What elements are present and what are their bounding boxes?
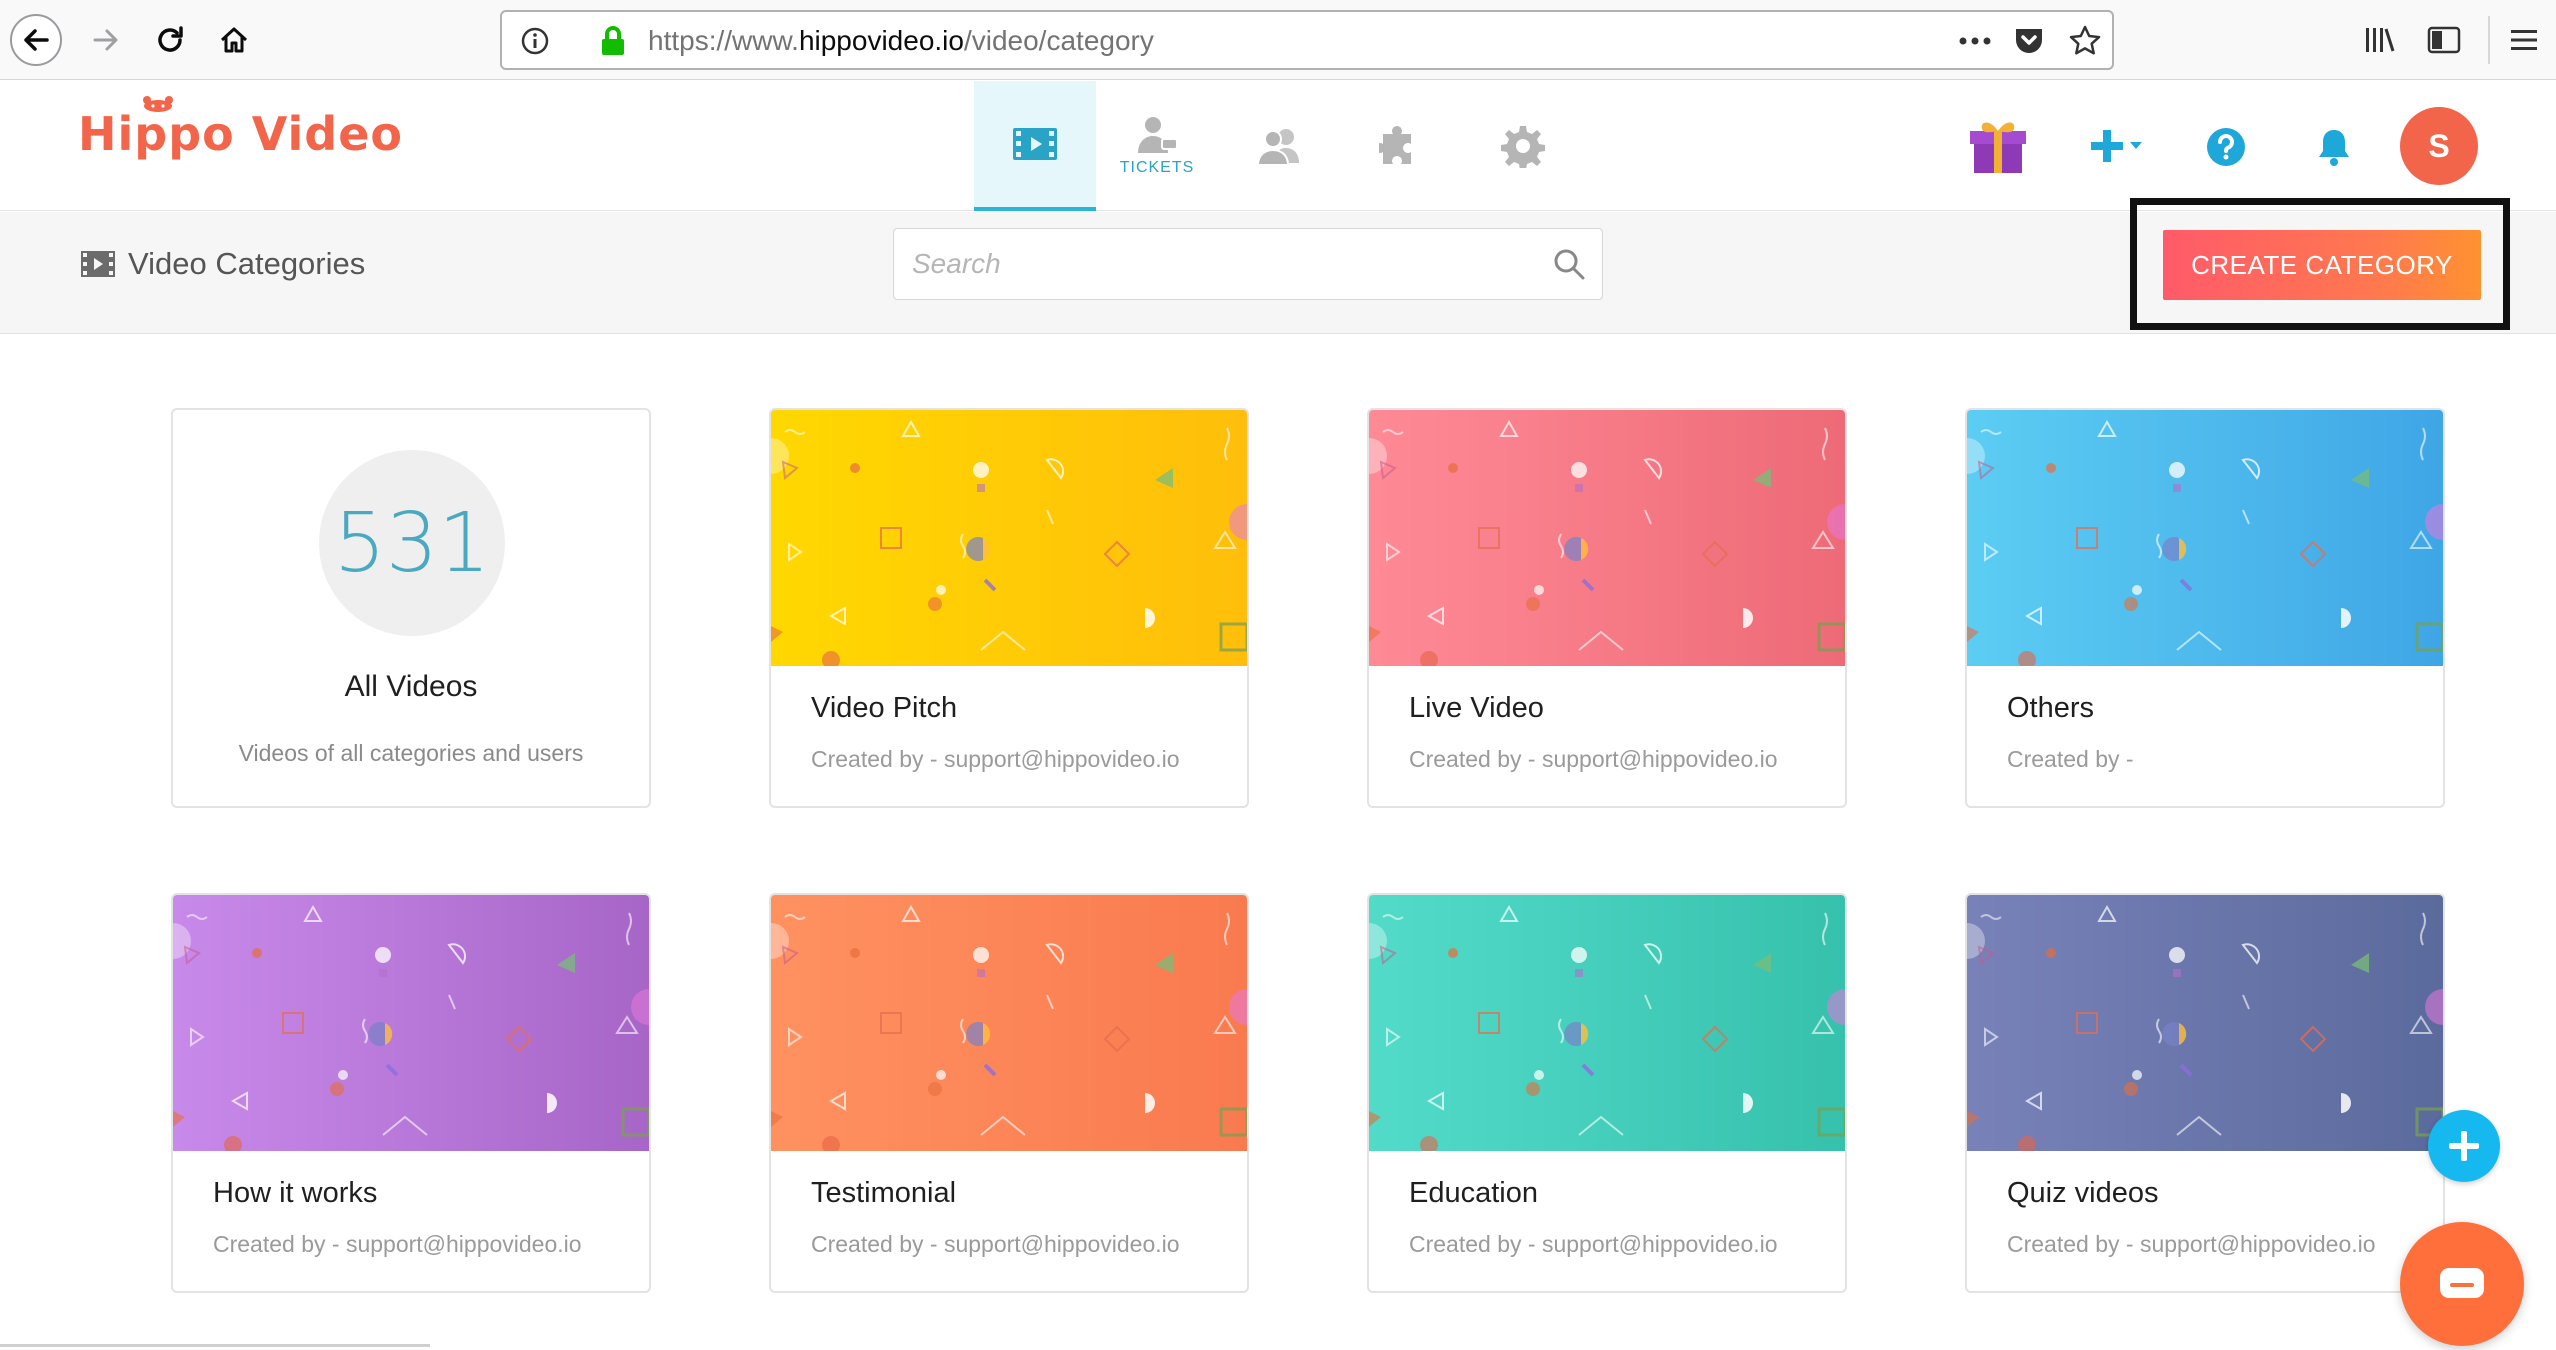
category-card-how-it-works[interactable]: How it works Created by - support@hippov… [171, 893, 651, 1293]
category-title: Quiz videos [2007, 1177, 2159, 1209]
category-creator: Created by - support@hippovideo.io [1409, 1231, 1778, 1257]
search-input[interactable] [894, 229, 1534, 299]
chat-icon [2440, 1268, 2484, 1298]
app-header: Hippo Video TICKETS S [0, 81, 2556, 211]
category-banner [1967, 895, 2443, 1151]
video-count: 531 [319, 450, 505, 636]
create-category-button[interactable]: CREATE CATEGORY [2163, 230, 2481, 300]
banner-pattern [1369, 410, 1845, 666]
plus-dropdown-icon [2091, 130, 2142, 162]
category-creator: Created by - support@hippovideo.io [213, 1231, 582, 1257]
all-videos-card[interactable]: 531 All Videos Videos of all categories … [171, 408, 651, 808]
menu-icon[interactable] [2502, 18, 2546, 62]
tab-integrations[interactable] [1340, 81, 1462, 211]
search-box[interactable] [893, 228, 1603, 300]
category-title: Education [1409, 1177, 1538, 1209]
home-button[interactable] [208, 14, 260, 66]
tab-settings[interactable] [1462, 81, 1584, 211]
gift-icon[interactable] [1966, 113, 2030, 179]
sidebar-icon[interactable] [2422, 18, 2466, 62]
help-icon[interactable] [2206, 127, 2246, 167]
hippo-ears-icon [143, 96, 173, 112]
category-banner [771, 410, 1247, 666]
lock-icon [596, 24, 630, 58]
category-creator: Created by - support@hippovideo.io [2007, 1231, 2376, 1257]
banner-pattern [771, 895, 1247, 1151]
page-actions-icon[interactable] [1958, 24, 1992, 58]
banner-pattern [1369, 895, 1845, 1151]
category-title: Others [2007, 692, 2095, 724]
address-bar[interactable]: https://www.hippovideo.io/video/category [500, 10, 2114, 70]
category-creator: Created by - support@hippovideo.io [1409, 746, 1778, 772]
arrow-left-icon [24, 29, 49, 51]
card-subtitle: Videos of all categories and users [238, 740, 584, 766]
category-banner [1967, 410, 2443, 666]
info-icon[interactable] [518, 24, 552, 58]
category-creator: Created by - support@hippovideo.io [811, 746, 1180, 772]
chat-button[interactable] [2400, 1222, 2524, 1346]
library-icon[interactable] [2358, 18, 2402, 62]
page-toolbar: Video Categories CREATE CATEGORY [0, 198, 2556, 334]
hippo-video-logo[interactable]: Hippo Video [78, 96, 403, 161]
category-banner [1369, 410, 1845, 666]
back-button[interactable] [10, 14, 62, 66]
video-category-icon [81, 251, 115, 277]
add-menu-button[interactable] [2090, 125, 2150, 167]
tab-tickets[interactable]: TICKETS [1096, 81, 1218, 211]
tab-users[interactable] [1218, 81, 1340, 211]
page-title-text: Video Categories [128, 246, 366, 281]
bookmark-star-icon[interactable] [2068, 24, 2102, 58]
search-icon[interactable] [1552, 247, 1586, 281]
status-line [0, 1344, 430, 1347]
home-icon [220, 27, 248, 53]
pocket-icon[interactable] [2012, 24, 2046, 58]
category-title: How it works [213, 1177, 378, 1209]
banner-pattern [771, 410, 1247, 666]
page-title: Video Categories [80, 246, 365, 282]
banner-pattern [1967, 410, 2443, 666]
category-title: Video Pitch [811, 692, 958, 724]
card-title: All Videos [344, 670, 478, 703]
category-card-education[interactable]: Education Created by - support@hippovide… [1367, 893, 1847, 1293]
tickets-icon [1138, 117, 1178, 153]
arrow-right-icon [93, 29, 118, 51]
category-title: Live Video [1409, 692, 1544, 724]
avatar[interactable]: S [2400, 107, 2478, 185]
category-title: Testimonial [811, 1177, 957, 1209]
add-fab-button[interactable] [2428, 1110, 2500, 1182]
category-card-others[interactable]: Others Created by - [1965, 408, 2445, 808]
banner-pattern [173, 895, 649, 1151]
category-card-live-video[interactable]: Live Video Created by - support@hippovid… [1367, 408, 1847, 808]
reload-icon [158, 26, 183, 52]
category-card-video-pitch[interactable]: Video Pitch Created by - support@hippovi… [769, 408, 1249, 808]
browser-toolbar: https://www.hippovideo.io/video/category [0, 0, 2556, 80]
category-card-testimonial[interactable]: Testimonial Created by - support@hippovi… [769, 893, 1249, 1293]
category-banner [771, 895, 1247, 1151]
tab-tickets-label: TICKETS [1119, 159, 1195, 176]
category-banner [173, 895, 649, 1151]
video-icon [1013, 128, 1057, 160]
url-text[interactable]: https://www.hippovideo.io/video/category [648, 25, 1154, 57]
category-card-quiz-videos[interactable]: Quiz videos Created by - support@hippovi… [1965, 893, 2445, 1293]
puzzle-icon [1379, 126, 1411, 164]
users-icon [1256, 129, 1299, 165]
reload-button[interactable] [144, 14, 196, 66]
gear-icon [1501, 126, 1545, 168]
forward-button[interactable] [80, 14, 132, 66]
toolbar-divider [2488, 16, 2490, 64]
bell-icon[interactable] [2316, 127, 2352, 167]
category-creator: Created by - support@hippovideo.io [811, 1231, 1180, 1257]
tab-videos[interactable] [974, 81, 1096, 211]
category-creator: Created by - [2007, 746, 2134, 772]
category-banner [1369, 895, 1845, 1151]
plus-icon [2449, 1131, 2479, 1161]
banner-pattern [1967, 895, 2443, 1151]
